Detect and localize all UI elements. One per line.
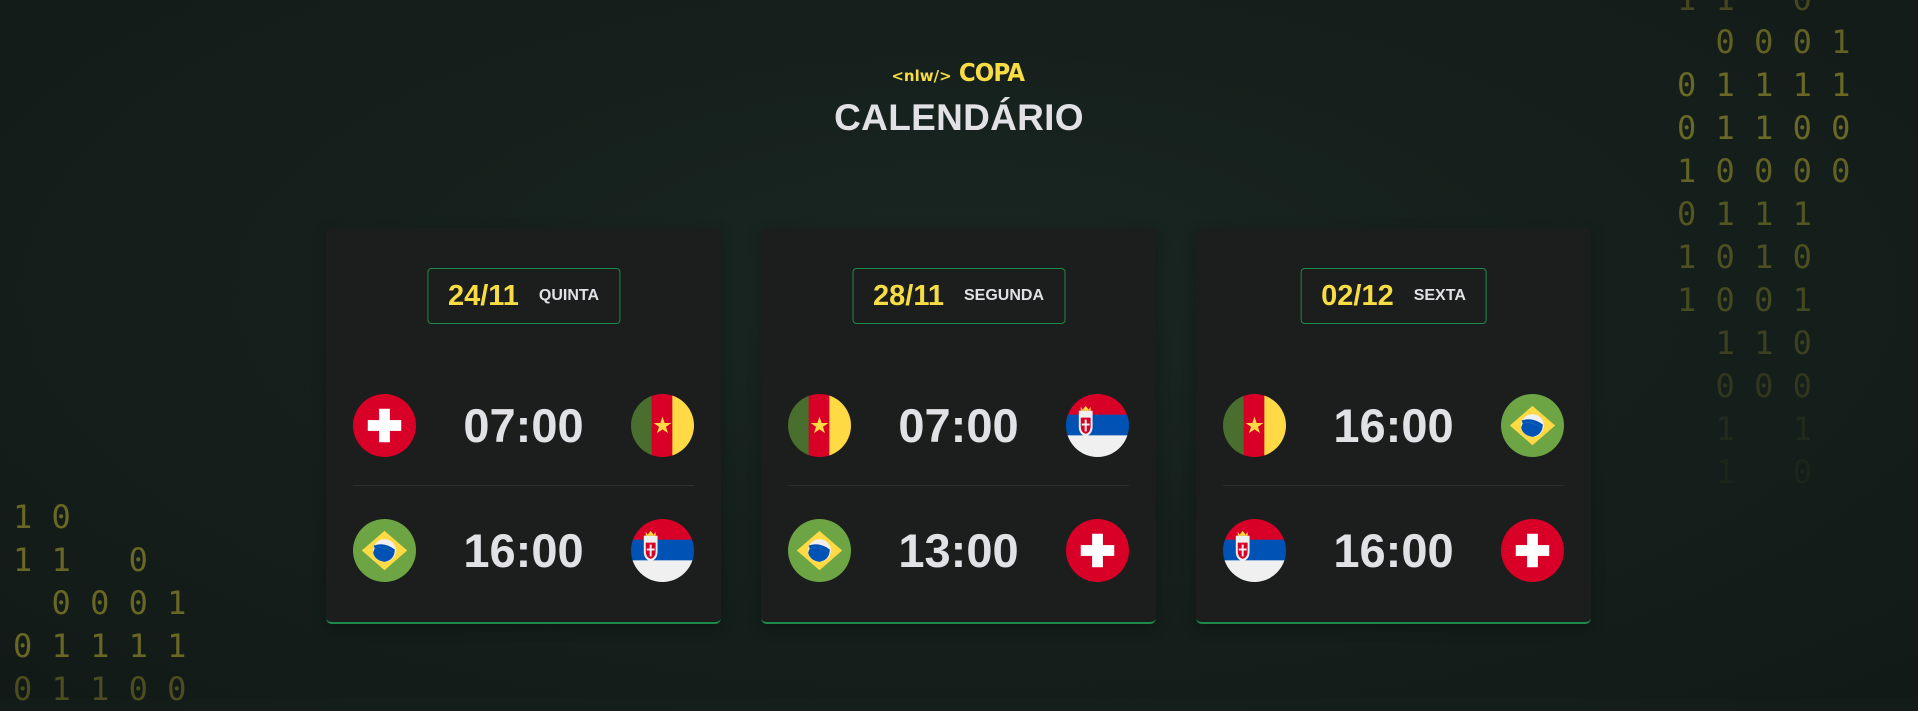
calendar-cards: 24/11 QUINTA 07:00 16:00 28/11 SEGUNDA 0…: [326, 228, 1591, 624]
game-time: 16:00: [1333, 398, 1454, 452]
logo-tag: <nlw/>: [891, 67, 952, 85]
cameroon-flag-icon: [631, 393, 694, 457]
game-time: 16:00: [1333, 523, 1454, 577]
cameroon-flag-icon: [788, 393, 851, 457]
game-divider: [788, 485, 1129, 486]
date-value: 28/11: [873, 279, 944, 312]
date-badge: 28/11 SEGUNDA: [852, 268, 1065, 324]
game-time: 07:00: [898, 398, 1019, 452]
game-row: 16:00: [353, 518, 694, 582]
page-header: <nlw/> COPA CALENDÁRIO: [0, 58, 1918, 139]
game-row: 07:00: [353, 393, 694, 457]
weekday-label: SEGUNDA: [963, 287, 1044, 304]
date-value: 02/12: [1321, 279, 1394, 312]
date-badge: 24/11 QUINTA: [426, 268, 621, 324]
game-row: 16:00: [1223, 393, 1564, 457]
game-row: 07:00: [788, 393, 1129, 457]
brazil-flag-icon: [788, 518, 851, 582]
serbia-flag-icon: [631, 518, 694, 582]
logo-word: COPA: [958, 58, 1024, 87]
cameroon-flag-icon: [1223, 393, 1286, 457]
day-card: 24/11 QUINTA 07:00 16:00: [326, 228, 721, 624]
game-time: 07:00: [463, 398, 584, 452]
game-time: 16:00: [463, 523, 584, 577]
switzerland-flag-icon: [1501, 518, 1564, 582]
weekday-label: SEXTA: [1413, 287, 1466, 304]
serbia-flag-icon: [1223, 518, 1286, 582]
day-card: 02/12 SEXTA 16:00 16:00: [1196, 228, 1591, 624]
switzerland-flag-icon: [1066, 518, 1129, 582]
switzerland-flag-icon: [353, 393, 416, 457]
day-card: 28/11 SEGUNDA 07:00 13:00: [761, 228, 1156, 624]
game-row: 13:00: [788, 518, 1129, 582]
binary-decoration-left: 1 01 1 0 0 0 0 10 1 1 1 10 1 1 0 0: [13, 498, 187, 708]
game-divider: [353, 485, 694, 486]
game-row: 16:00: [1223, 518, 1564, 582]
brazil-flag-icon: [1501, 393, 1564, 457]
nlw-copa-logo: <nlw/> COPA: [891, 58, 1026, 87]
game-time: 13:00: [898, 523, 1019, 577]
weekday-label: QUINTA: [538, 287, 600, 304]
date-value: 24/11: [447, 279, 519, 312]
brazil-flag-icon: [353, 518, 416, 582]
page-title: CALENDÁRIO: [834, 97, 1084, 138]
date-badge: 02/12 SEXTA: [1300, 268, 1487, 324]
game-divider: [1223, 485, 1564, 486]
serbia-flag-icon: [1066, 393, 1129, 457]
